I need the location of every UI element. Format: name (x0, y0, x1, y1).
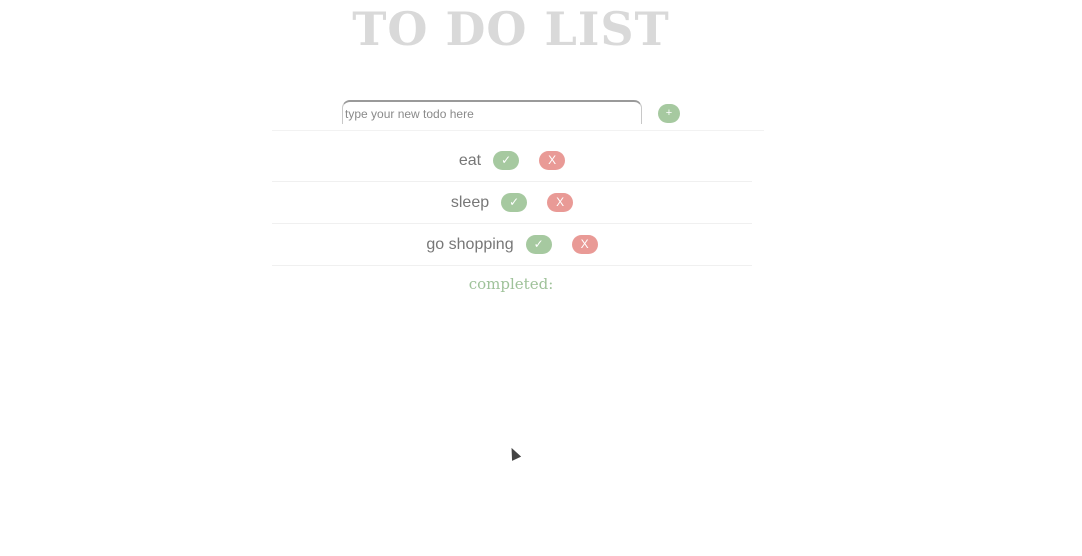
complete-todo-button[interactable]: ✓ (501, 193, 528, 212)
todo-list: eat ✓ X sleep ✓ X go shopping ✓ X (272, 140, 752, 266)
x-icon: X (548, 153, 557, 167)
plus-icon: + (665, 107, 673, 119)
todo-item-label: sleep (450, 193, 490, 211)
mouse-pointer-icon (507, 445, 522, 461)
delete-todo-button[interactable]: X (547, 193, 574, 212)
add-todo-button[interactable]: + (658, 104, 680, 123)
todo-item: eat ✓ X (272, 140, 752, 182)
todo-item-label: go shopping (426, 235, 514, 253)
new-todo-input[interactable] (342, 100, 642, 124)
check-icon: ✓ (509, 195, 520, 209)
page-title: TO DO LIST (352, 2, 670, 56)
new-todo-row: + (272, 98, 764, 131)
check-icon: ✓ (501, 153, 512, 167)
todo-item: sleep ✓ X (272, 182, 752, 224)
x-icon: X (556, 195, 565, 209)
todo-item: go shopping ✓ X (272, 224, 752, 266)
check-icon: ✓ (533, 237, 544, 251)
todo-item-label: eat (458, 151, 482, 169)
complete-todo-button[interactable]: ✓ (493, 151, 520, 170)
x-icon: X (580, 237, 589, 251)
delete-todo-button[interactable]: X (539, 151, 566, 170)
delete-todo-button[interactable]: X (571, 235, 598, 254)
completed-section-label: completed: (468, 275, 554, 293)
complete-todo-button[interactable]: ✓ (525, 235, 552, 254)
